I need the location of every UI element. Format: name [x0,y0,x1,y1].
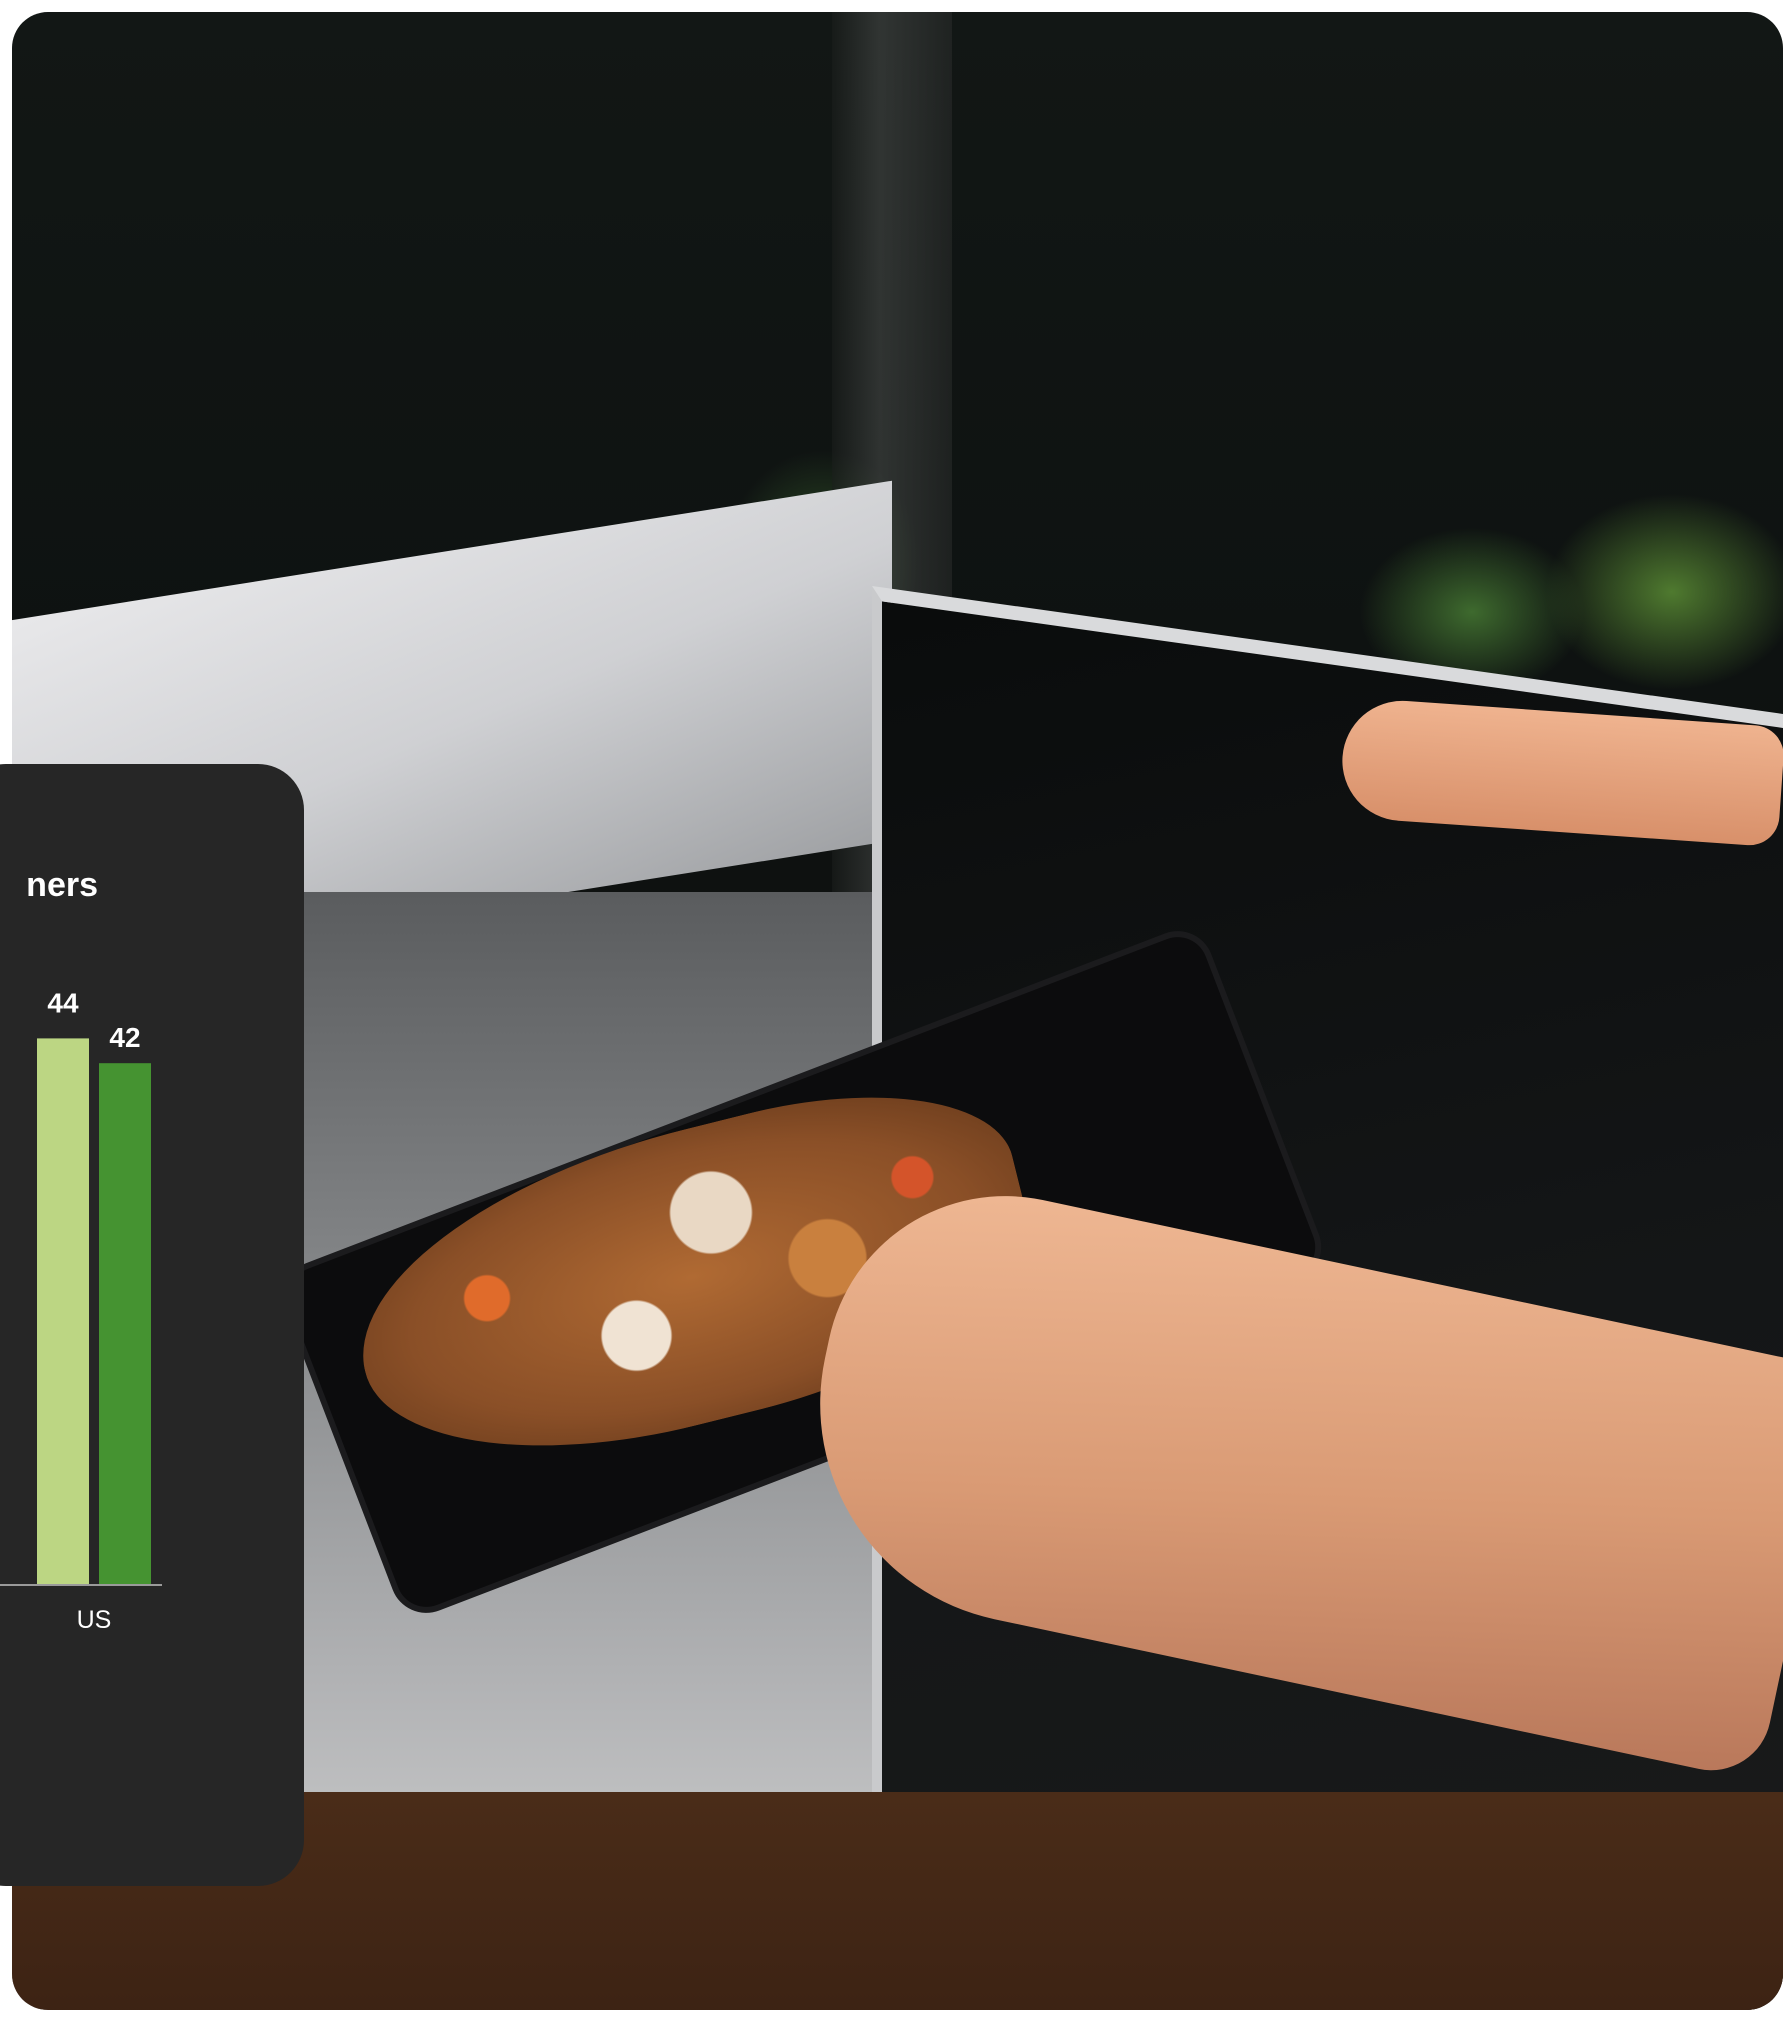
page: ners 44 42 US [0,0,1783,2021]
bar-us-series-2 [99,1063,151,1584]
bar-chart: 44 42 US [0,987,162,1634]
chart-card: ners 44 42 US [0,764,304,1886]
data-label-us-series-1: 44 [47,987,79,1018]
x-tick-label-us: US [77,1606,112,1634]
bar-us-series-1 [37,1038,89,1584]
data-label-us-series-2: 42 [109,1022,140,1053]
